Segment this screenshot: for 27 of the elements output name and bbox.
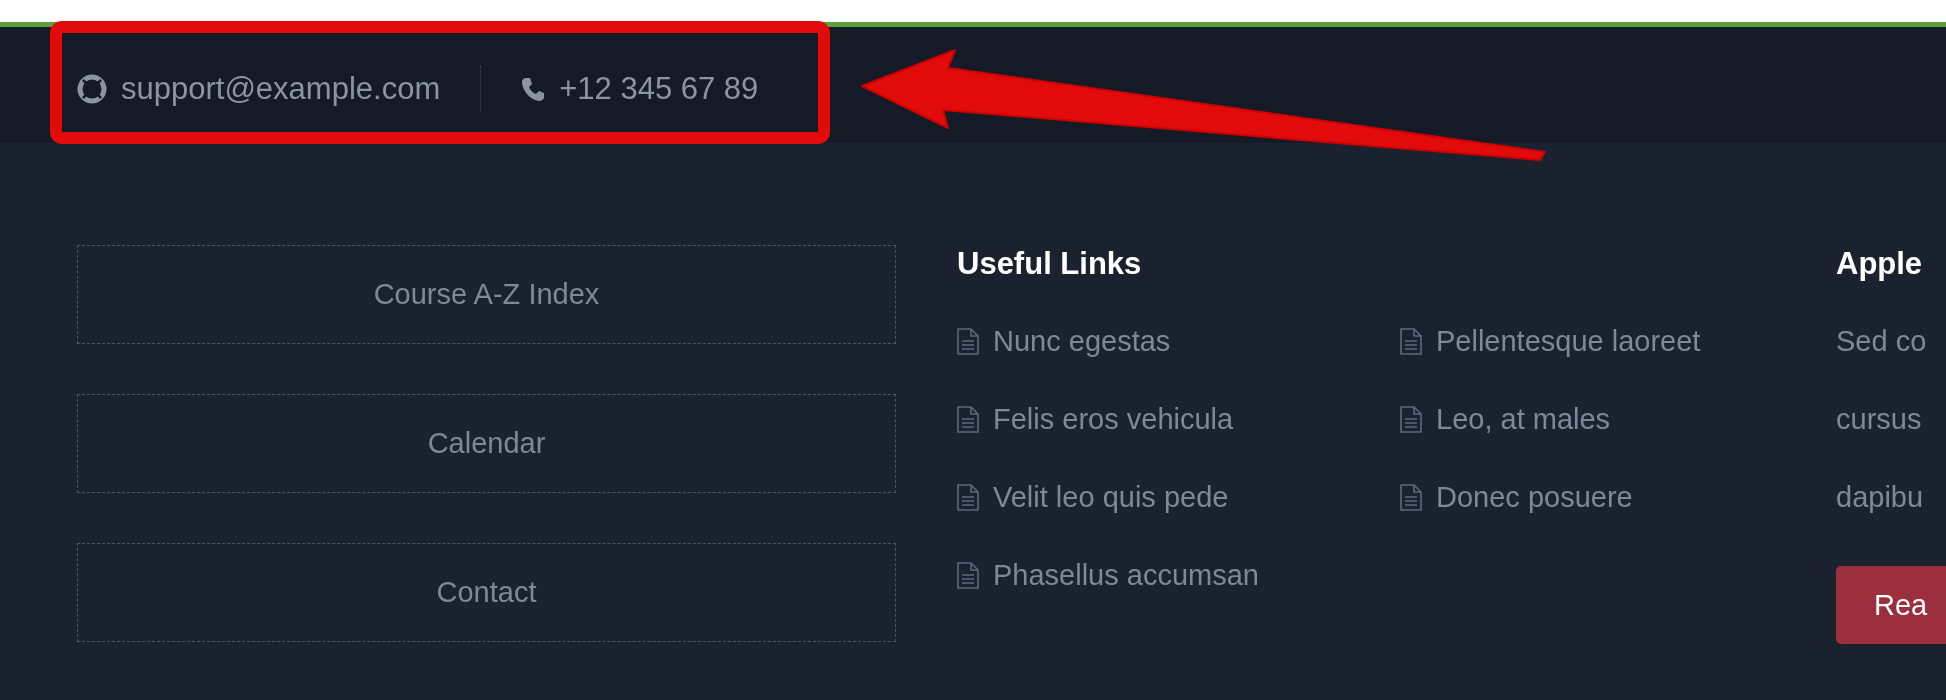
document-icon [957,483,979,511]
footer-link[interactable]: Pellentesque laoreet [1436,324,1701,358]
quick-link-button[interactable]: Course A-Z Index [77,245,896,344]
phone-icon [521,76,546,102]
footer-link[interactable]: Nunc egestas [993,324,1171,358]
email-link[interactable]: support@example.com [121,71,441,107]
document-icon [1400,405,1422,433]
footer-link[interactable]: Donec posuere [1436,480,1633,514]
footer-link[interactable]: Phasellus accumsan [993,558,1259,592]
quick-link-button[interactable]: Contact [77,543,896,642]
section-heading: Apple [1836,245,1924,283]
paragraph-line: cursus [1836,402,1922,437]
footer-link[interactable]: Felis eros vehicula [993,402,1234,436]
read-more-button[interactable]: Rea [1836,566,1946,644]
footer-link[interactable]: Velit leo quis pede [993,480,1229,514]
section-heading: Useful Links [957,245,1143,283]
quick-link-button[interactable]: Calendar [77,394,896,493]
document-icon [1400,327,1422,355]
paragraph-line: Sed co [1836,324,1927,359]
phone-link[interactable]: +12 345 67 89 [559,71,759,107]
paragraph-line: dapibu [1836,480,1924,515]
footer-link[interactable]: Leo, at males [1436,402,1611,436]
document-icon [957,327,979,355]
lifebuoy-icon [77,74,107,104]
document-icon [1400,483,1422,511]
document-icon [957,405,979,433]
document-icon [957,561,979,589]
